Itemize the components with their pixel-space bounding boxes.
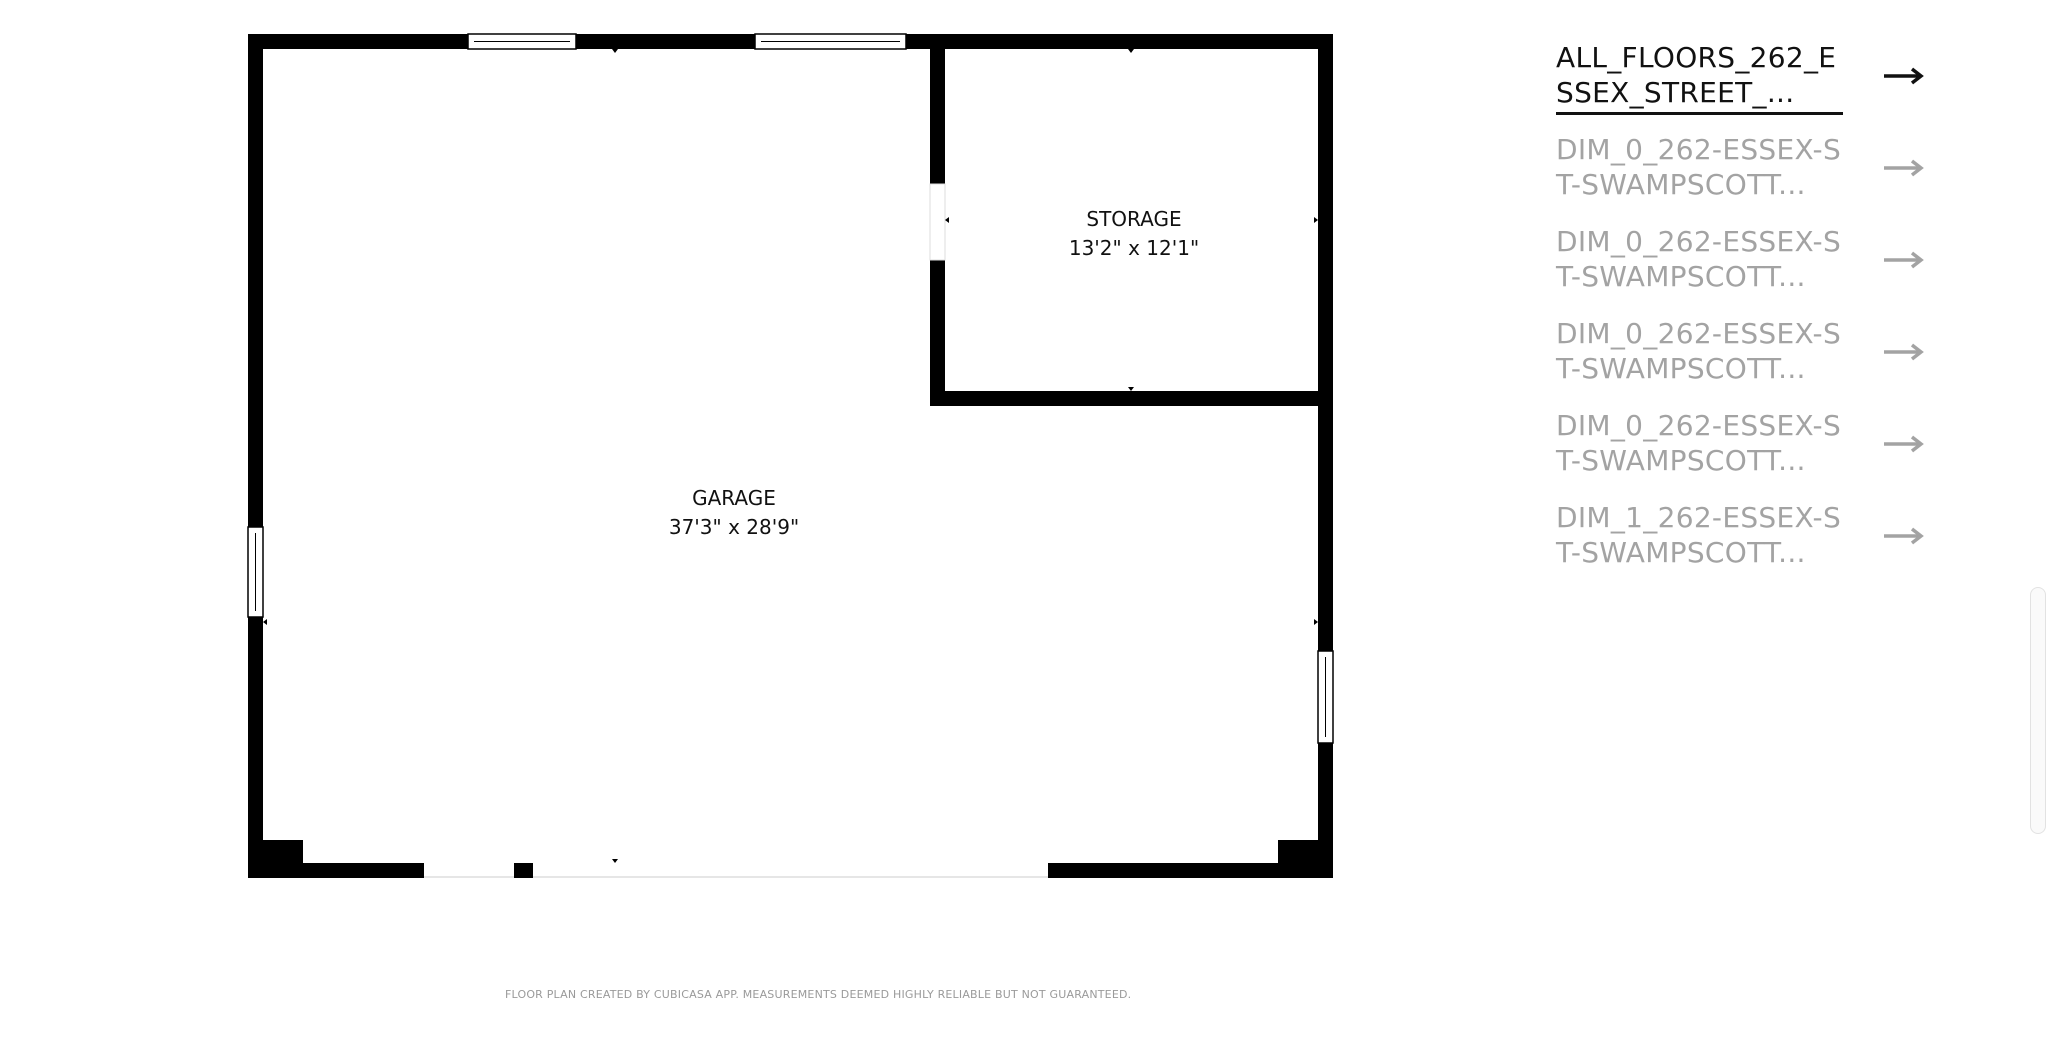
- marker-top-storage: [1128, 49, 1134, 53]
- wall-bottom-left: [248, 863, 424, 878]
- window-top-2: [754, 33, 907, 50]
- window-top-1: [467, 33, 577, 50]
- file-item-dim-1[interactable]: DIM_1_262-ESSEX-ST-SWAMPSCOTT...: [1556, 500, 1936, 592]
- room-name-storage: STORAGE: [1086, 207, 1181, 231]
- room-dimensions-garage: 37'3" x 28'9": [669, 515, 799, 539]
- marker-garage-bottom: [612, 859, 618, 863]
- window-left: [247, 526, 264, 618]
- arrow-right-icon[interactable]: [1883, 66, 1925, 86]
- file-item-dim-0-a[interactable]: DIM_0_262-ESSEX-ST-SWAMPSCOTT...: [1556, 132, 1936, 224]
- file-item-label: DIM_0_262-ESSEX-ST-SWAMPSCOTT...: [1556, 409, 1842, 477]
- marker-top-left: [612, 49, 618, 53]
- file-item-dim-0-c[interactable]: DIM_0_262-ESSEX-ST-SWAMPSCOTT...: [1556, 316, 1936, 408]
- wall-right: [1318, 34, 1333, 878]
- marker-garage-right: [1314, 619, 1318, 625]
- marker-storage-bottom: [1128, 387, 1134, 391]
- wall-bottom-post: [514, 863, 533, 878]
- file-list: ALL_FLOORS_262_ESSEX_STREET_... DIM_0_26…: [1556, 40, 1936, 592]
- active-underline: [1556, 112, 1843, 115]
- arrow-right-icon[interactable]: [1883, 250, 1925, 270]
- room-name-garage: GARAGE: [692, 486, 776, 510]
- column-bottom-left: [263, 840, 303, 863]
- storage-wall-vertical-upper: [930, 49, 945, 184]
- marker-storage-left: [945, 217, 949, 223]
- floor-plan: STORAGE 13'2" x 12'1" GARAGE 37'3" x 28'…: [247, 33, 1334, 878]
- file-item-label: ALL_FLOORS_262_ESSEX_STREET_...: [1556, 41, 1837, 109]
- wall-left: [248, 34, 263, 878]
- file-item-all-floors[interactable]: ALL_FLOORS_262_ESSEX_STREET_...: [1556, 40, 1936, 132]
- arrow-right-icon[interactable]: [1883, 158, 1925, 178]
- arrow-right-icon[interactable]: [1883, 342, 1925, 362]
- window-right: [1317, 650, 1334, 744]
- room-dimensions-storage: 13'2" x 12'1": [1069, 236, 1199, 260]
- file-item-dim-0-b[interactable]: DIM_0_262-ESSEX-ST-SWAMPSCOTT...: [1556, 224, 1936, 316]
- scrollbar[interactable]: [2030, 587, 2046, 834]
- file-item-label: DIM_1_262-ESSEX-ST-SWAMPSCOTT...: [1556, 501, 1842, 569]
- file-item-label: DIM_0_262-ESSEX-ST-SWAMPSCOTT...: [1556, 225, 1842, 293]
- storage-wall-vertical-lower: [930, 260, 945, 405]
- column-bottom-right: [1278, 840, 1318, 863]
- floor-plan-disclaimer: FLOOR PLAN CREATED BY CUBICASA APP. MEAS…: [505, 988, 1132, 1001]
- marker-garage-left: [263, 619, 267, 625]
- file-item-dim-0-d[interactable]: DIM_0_262-ESSEX-ST-SWAMPSCOTT...: [1556, 408, 1936, 500]
- arrow-right-icon[interactable]: [1883, 526, 1925, 546]
- arrow-right-icon[interactable]: [1883, 434, 1925, 454]
- file-item-label: DIM_0_262-ESSEX-ST-SWAMPSCOTT...: [1556, 133, 1842, 201]
- file-item-label: DIM_0_262-ESSEX-ST-SWAMPSCOTT...: [1556, 317, 1842, 385]
- storage-wall-horizontal: [930, 391, 1318, 406]
- marker-storage-right: [1314, 217, 1318, 223]
- storage-doorway: [929, 183, 946, 261]
- wall-bottom-right: [1048, 863, 1333, 878]
